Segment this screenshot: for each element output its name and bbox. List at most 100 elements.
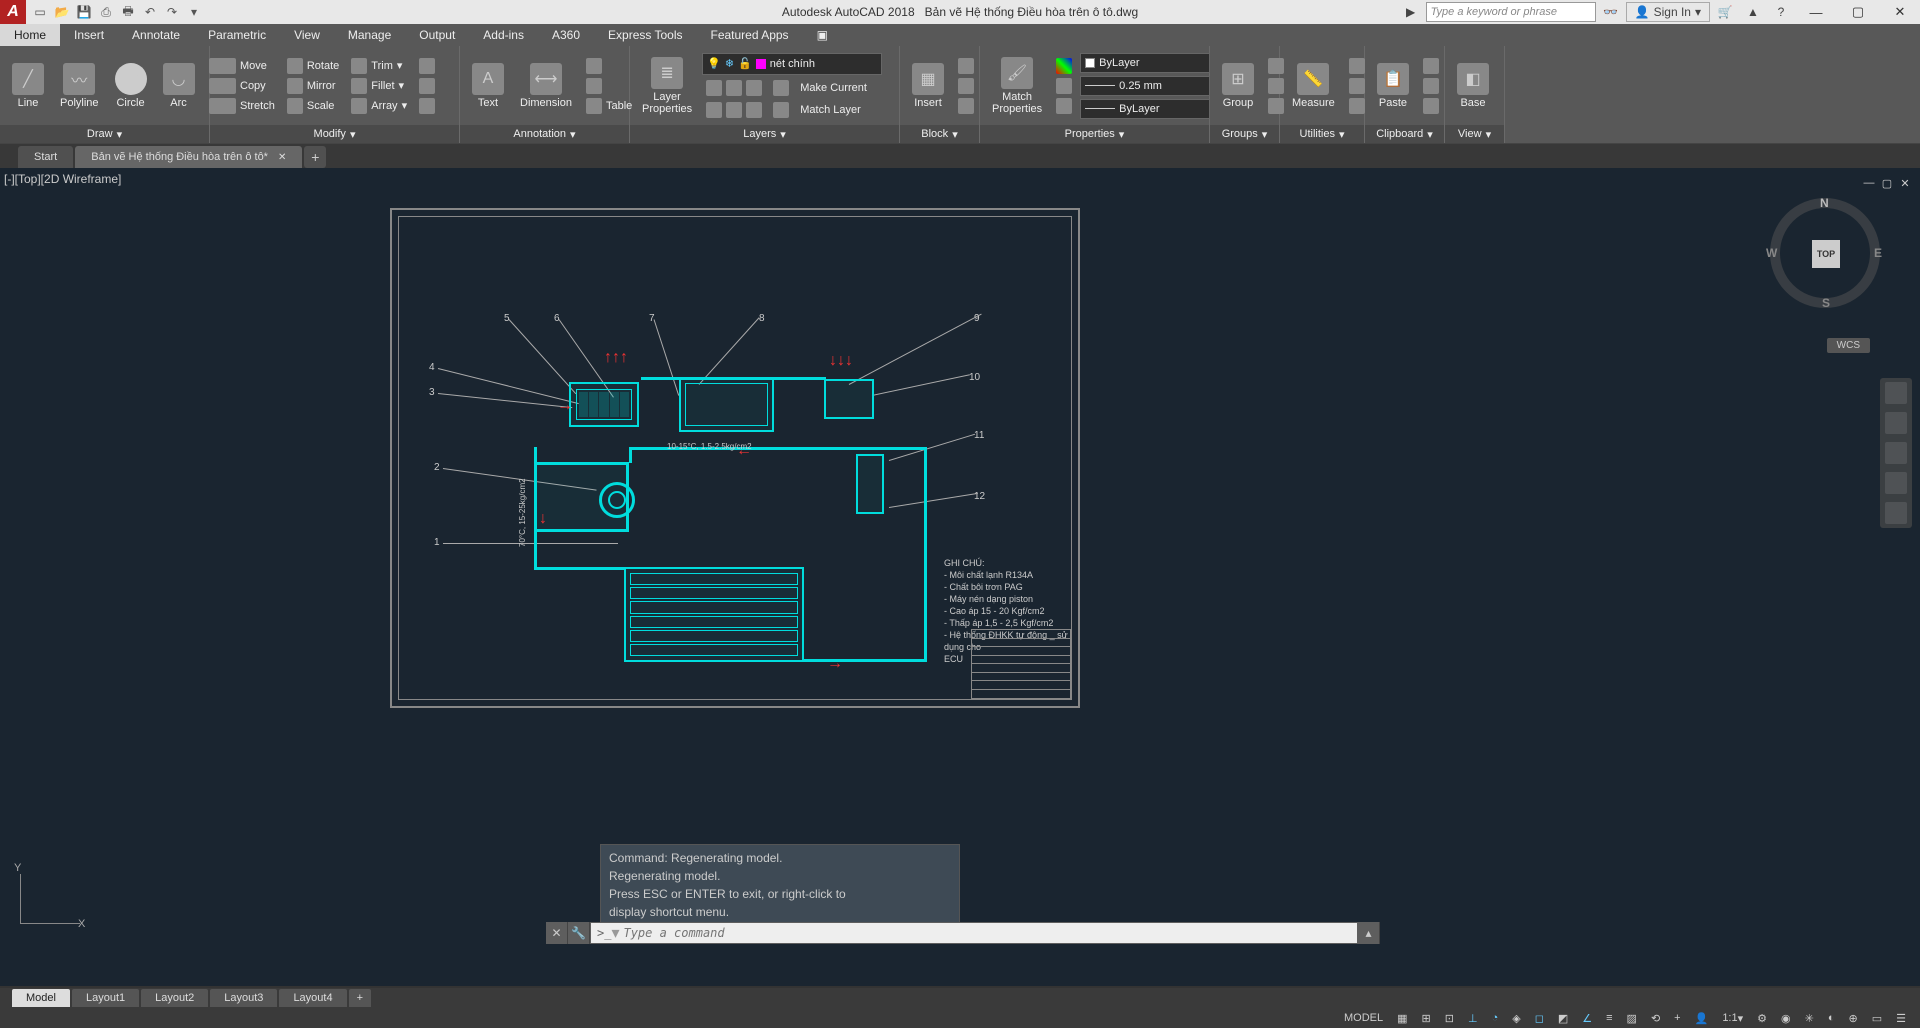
- infocenter-icon[interactable]: 👓: [1598, 1, 1624, 23]
- status-infer-icon[interactable]: ⊡: [1441, 1012, 1458, 1025]
- tool-text[interactable]: AText: [466, 61, 510, 111]
- nav-showmotion-icon[interactable]: [1885, 502, 1907, 524]
- command-input-wrap[interactable]: >_ ▾: [591, 923, 1357, 943]
- menu-focus-icon[interactable]: ▣: [803, 24, 842, 46]
- qat-save-icon[interactable]: 💾: [74, 2, 94, 22]
- tool-create-block[interactable]: [954, 57, 978, 75]
- search-play-icon[interactable]: ▶: [1398, 1, 1424, 23]
- viewcube-top[interactable]: TOP: [1812, 240, 1840, 268]
- layout-tab-2[interactable]: Layout2: [141, 989, 208, 1007]
- qat-new-icon[interactable]: ▭: [30, 2, 50, 22]
- tool-base[interactable]: ◧Base: [1451, 61, 1495, 111]
- layout-tab-3[interactable]: Layout3: [210, 989, 277, 1007]
- menu-a360[interactable]: A360: [538, 24, 594, 46]
- viewcube-n[interactable]: N: [1820, 196, 1829, 210]
- vp-maximize-icon[interactable]: ▢: [1880, 176, 1894, 190]
- tool-explode[interactable]: [415, 77, 439, 95]
- tool-clipbrd[interactable]: [1419, 97, 1443, 115]
- status-3dosnap-icon[interactable]: ◩: [1554, 1012, 1572, 1025]
- qat-dropdown-icon[interactable]: ▾: [184, 2, 204, 22]
- minimize-button[interactable]: —: [1796, 0, 1836, 24]
- viewcube-e[interactable]: E: [1874, 246, 1882, 260]
- status-annomonitor-icon[interactable]: +: [1670, 1012, 1684, 1024]
- menu-home[interactable]: Home: [0, 24, 60, 46]
- panel-layers-title[interactable]: Layers ▾: [630, 125, 899, 143]
- tool-mirror[interactable]: Mirror: [283, 77, 343, 95]
- help-icon[interactable]: ?: [1768, 1, 1794, 23]
- tool-group[interactable]: ⊞Group: [1216, 61, 1260, 111]
- tool-copyclip[interactable]: [1419, 77, 1443, 95]
- status-cycling-icon[interactable]: ⟲: [1647, 1012, 1664, 1025]
- tool-stretch[interactable]: Stretch: [216, 97, 279, 115]
- nav-pan-icon[interactable]: [1885, 412, 1907, 434]
- tool-erase[interactable]: [415, 57, 439, 75]
- panel-properties-title[interactable]: Properties ▾: [980, 125, 1209, 143]
- tool-edit-block[interactable]: [954, 77, 978, 95]
- status-cleanscreen-icon[interactable]: ▭: [1868, 1012, 1886, 1025]
- panel-utilities-title[interactable]: Utilities ▾: [1280, 125, 1364, 143]
- status-ortho-icon[interactable]: ⊥: [1464, 1012, 1482, 1025]
- status-grid-icon[interactable]: ▦: [1393, 1012, 1411, 1025]
- menu-featured[interactable]: Featured Apps: [697, 24, 803, 46]
- tool-leader[interactable]: [582, 57, 636, 75]
- a360-icon[interactable]: ▲: [1740, 1, 1766, 23]
- tool-line[interactable]: ╱Line: [6, 61, 50, 111]
- menu-annotate[interactable]: Annotate: [118, 24, 194, 46]
- qat-open-icon[interactable]: 📂: [52, 2, 72, 22]
- status-workspace-icon[interactable]: ◉: [1777, 1012, 1795, 1025]
- status-gear-icon[interactable]: ⚙: [1753, 1012, 1771, 1025]
- status-iso-icon[interactable]: ◈: [1508, 1012, 1524, 1025]
- status-model[interactable]: MODEL: [1340, 1012, 1387, 1024]
- layer-match[interactable]: Match Layer: [702, 101, 882, 119]
- menu-express[interactable]: Express Tools: [594, 24, 696, 46]
- layer-dropdown[interactable]: 💡 ❄ 🔓 nét chính: [702, 53, 882, 75]
- panel-clipboard-title[interactable]: Clipboard ▾: [1365, 125, 1444, 143]
- tool-polyline[interactable]: 〰Polyline: [54, 61, 105, 111]
- status-customize-icon[interactable]: ☰: [1892, 1012, 1910, 1025]
- tool-array[interactable]: Array ▾: [347, 97, 411, 115]
- command-input[interactable]: [619, 926, 1351, 940]
- status-hardware-icon[interactable]: ⊕: [1845, 1012, 1862, 1025]
- cmd-close-icon[interactable]: ✕: [546, 922, 568, 944]
- app-logo[interactable]: A: [0, 0, 26, 24]
- file-tab-add[interactable]: +: [304, 146, 326, 168]
- tool-mleader[interactable]: [582, 77, 636, 95]
- panel-draw-title[interactable]: Draw ▾: [0, 125, 209, 143]
- nav-zoom-icon[interactable]: [1885, 442, 1907, 464]
- nav-orbit-icon[interactable]: [1885, 472, 1907, 494]
- tool-lt-list[interactable]: [1052, 97, 1076, 115]
- search-input[interactable]: Type a keyword or phrase: [1426, 2, 1596, 22]
- qat-redo-icon[interactable]: ↷: [162, 2, 182, 22]
- tool-attr-block[interactable]: [954, 97, 978, 115]
- viewcube[interactable]: TOP N S E W: [1770, 198, 1880, 308]
- viewcube-w[interactable]: W: [1766, 246, 1777, 260]
- tool-fillet[interactable]: Fillet ▾: [347, 77, 411, 95]
- menu-view[interactable]: View: [280, 24, 334, 46]
- menu-output[interactable]: Output: [405, 24, 469, 46]
- tool-lw-list[interactable]: [1052, 77, 1076, 95]
- wcs-badge[interactable]: WCS: [1827, 338, 1870, 353]
- panel-view-title[interactable]: View ▾: [1445, 125, 1504, 143]
- tool-measure[interactable]: 📏Measure: [1286, 61, 1341, 111]
- linetype-dropdown[interactable]: ByLayer: [1080, 99, 1210, 119]
- file-tab-start[interactable]: Start: [18, 146, 73, 168]
- layout-tab-4[interactable]: Layout4: [279, 989, 346, 1007]
- tool-colors[interactable]: [1052, 57, 1076, 75]
- exchange-icon[interactable]: 🛒: [1712, 1, 1738, 23]
- status-isolate-icon[interactable]: ◐: [1824, 1012, 1839, 1024]
- tool-offset[interactable]: [415, 97, 439, 115]
- viewport-label[interactable]: [-][Top][2D Wireframe]: [4, 172, 121, 186]
- maximize-button[interactable]: ▢: [1838, 0, 1878, 24]
- status-osnap-icon[interactable]: ◻: [1531, 1012, 1548, 1025]
- status-snap-icon[interactable]: ⊞: [1418, 1012, 1435, 1025]
- signin-button[interactable]: 👤 Sign In ▾: [1626, 2, 1710, 22]
- vp-close-icon[interactable]: ✕: [1898, 176, 1912, 190]
- tool-trim[interactable]: Trim ▾: [347, 57, 411, 75]
- viewcube-s[interactable]: S: [1822, 296, 1830, 310]
- qat-undo-icon[interactable]: ↶: [140, 2, 160, 22]
- status-scale[interactable]: 1:1 ▾: [1718, 1012, 1747, 1025]
- tool-circle[interactable]: ◯Circle: [109, 61, 153, 111]
- viewport[interactable]: [-][Top][2D Wireframe] — ▢ ✕ TOP N S E W…: [0, 168, 1920, 986]
- color-dropdown[interactable]: ByLayer: [1080, 53, 1210, 73]
- vp-minimize-icon[interactable]: —: [1862, 176, 1876, 190]
